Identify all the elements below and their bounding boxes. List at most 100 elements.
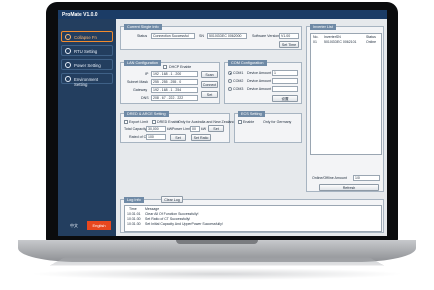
log-table: Time Message 10:31:01 Clear All Of Funct… (124, 205, 382, 232)
inverter-table-header-sn: InverterSN (324, 35, 341, 39)
com2-amount-label: Device Amount (247, 79, 272, 83)
com3-amount-field[interactable] (272, 86, 298, 92)
panel-title: DRED & ARCE Setting (124, 111, 169, 117)
dns-label: DNS (141, 96, 149, 100)
set-ratio-button[interactable]: Set Ratio (191, 134, 211, 141)
com3-amount-label: Device Amount (247, 87, 272, 91)
lan-set-button[interactable]: Set (201, 91, 218, 98)
panel-title: Inverter List (310, 24, 336, 30)
online-offline-label: Online/Offline Amount (312, 176, 347, 180)
ecs-enable-label: Enable (243, 120, 255, 124)
power-limit-unit: kW (201, 127, 207, 131)
rated-ct-set-button[interactable]: Set (170, 134, 186, 141)
software-version-label: Software Version (252, 34, 280, 38)
ip-field[interactable]: 192 . 168 . 1 . 200 (151, 71, 198, 77)
lang-chinese-button[interactable]: 中文 (62, 221, 86, 230)
log-row-time: 10:31:30 (127, 222, 141, 226)
sidebar-item-label: Power Setting (74, 63, 101, 68)
ecs-setting-panel: ECS Setting Enable Only for Germany (234, 111, 302, 143)
inverter-table-header-no: No. (313, 35, 319, 39)
log-row-time: 10:31:01 (127, 212, 141, 216)
power-limit-field[interactable]: 00 (190, 126, 200, 132)
total-capacity-field[interactable]: 30,000 (146, 126, 166, 132)
refresh-button[interactable]: Refresh (319, 184, 379, 191)
dns-field[interactable]: 208 . 67 . 222 . 222 (151, 95, 198, 101)
connect-button[interactable]: Connect (201, 81, 218, 88)
sidebar-item-collapse-fn[interactable]: Collapse Fn (61, 31, 113, 42)
sidebar-item-environment-setting[interactable]: Environment Setting (61, 73, 113, 87)
sn-field: 5010GDEC 0062000 (207, 33, 247, 39)
collapse-icon (65, 34, 71, 40)
com1-amount-label: Device Amount (247, 71, 272, 75)
online-offline-field: 1/0 (353, 175, 380, 181)
sidebar-item-label: Environment Setting (74, 77, 99, 87)
rtu-icon (65, 48, 71, 54)
dred-note: Only for Australia and New Zealand (178, 120, 235, 124)
window-title: ProMate V1.0.0 (58, 10, 387, 19)
export-limit-label: Export Limit (129, 120, 148, 124)
log-row-time: 10:31:30 (127, 217, 141, 221)
inverter-table: No. InverterSN Status 01 5010GDEC 006210… (310, 33, 382, 155)
com2-radio[interactable] (228, 79, 232, 83)
inverter-table-header-status: Status (366, 35, 376, 39)
panel-title: Current Single Info (124, 24, 162, 30)
inverter-list-panel: Inverter List No. InverterSN Status 01 5… (306, 24, 384, 192)
com1-amount-field[interactable]: 1 (272, 70, 298, 76)
dhcp-checkbox[interactable] (163, 65, 167, 69)
sidebar-item-rtu-setting[interactable]: RTU Setting (61, 45, 113, 56)
power-limit-set-button[interactable]: Set (208, 125, 224, 132)
ecs-note: Only for Germany (263, 120, 292, 124)
panel-title: COM Configuration (228, 60, 267, 66)
com2-amount-field[interactable] (272, 78, 298, 84)
laptop-shadow (30, 268, 404, 280)
sidebar-item-label: Collapse Fn (74, 35, 97, 40)
ip-label: IP (145, 72, 149, 76)
rated-ct-field[interactable]: 100 (146, 134, 166, 140)
software-version-field: V1.00 (279, 33, 299, 39)
com3-radio[interactable] (228, 87, 232, 91)
power-icon (65, 62, 71, 68)
set-time-button[interactable]: Set Time (279, 41, 299, 48)
sidebar: Collapse Fn RTU Setting Power Setting En… (58, 19, 116, 236)
sidebar-item-label: RTU Setting (74, 49, 98, 54)
main-content: Current Single Info Status Connection Su… (116, 19, 387, 236)
power-limit-label: Power Limit (172, 127, 191, 131)
lang-english-button[interactable]: English (87, 221, 111, 230)
dred-enable-checkbox[interactable] (152, 120, 156, 124)
clear-log-button[interactable]: Clear Log (161, 196, 183, 203)
language-switch: 中文 English (62, 221, 112, 230)
panel-title: ECS Setting (238, 111, 265, 117)
log-header-message: Message (145, 207, 160, 211)
com1-label: COM1 (233, 71, 244, 75)
log-row-message: Set Initial Capacity And UpperPower Succ… (145, 222, 223, 226)
status-field: Connection Successful (151, 33, 195, 39)
com2-label: COM2 (233, 79, 244, 83)
com-config-panel: COM Configuration COM1 Device Amount 1 C… (224, 60, 302, 104)
dhcp-label: DHCP Enable (169, 65, 192, 69)
scan-button[interactable]: Scan (201, 71, 218, 78)
subnet-mask-field[interactable]: 255 . 255 . 255 . 0 (151, 79, 198, 85)
single-info-panel: Current Single Info Status Connection Su… (120, 24, 302, 50)
panel-title: Log Info (124, 197, 144, 203)
table-row-no[interactable]: 01 (313, 40, 317, 44)
laptop-keyboard-reflection (50, 257, 384, 266)
subnet-mask-label: Subnet Mask (127, 80, 148, 84)
export-limit-checkbox[interactable] (124, 120, 128, 124)
log-panel: Log Info Clear Log Time Message 10:31:01… (120, 196, 384, 233)
panel-title: LAN Configuration (124, 60, 162, 66)
gateway-field[interactable]: 192 . 168 . 1 . 254 (151, 87, 198, 93)
log-row-message: Set Ratio of CT Successfully! (145, 217, 191, 221)
log-row-message: Clear All Of Function Successfully! (145, 212, 199, 216)
table-row-status[interactable]: Online (366, 40, 376, 44)
ecs-enable-checkbox[interactable] (238, 120, 242, 124)
com-set-button[interactable]: 设置 (272, 95, 298, 102)
lan-config-panel: LAN Configuration DHCP Enable IP 192 . 1… (120, 60, 220, 104)
table-row-sn[interactable]: 5010GDEC 0062101 (324, 40, 357, 44)
status-label: Status (137, 34, 148, 38)
sn-label: SN (199, 34, 204, 38)
com1-radio[interactable] (228, 71, 232, 75)
app-window: ProMate V1.0.0 Collapse Fn RTU Setting P… (58, 10, 387, 236)
laptop-hinge-notch (176, 240, 258, 244)
environment-icon (65, 76, 71, 82)
sidebar-item-power-setting[interactable]: Power Setting (61, 59, 113, 70)
